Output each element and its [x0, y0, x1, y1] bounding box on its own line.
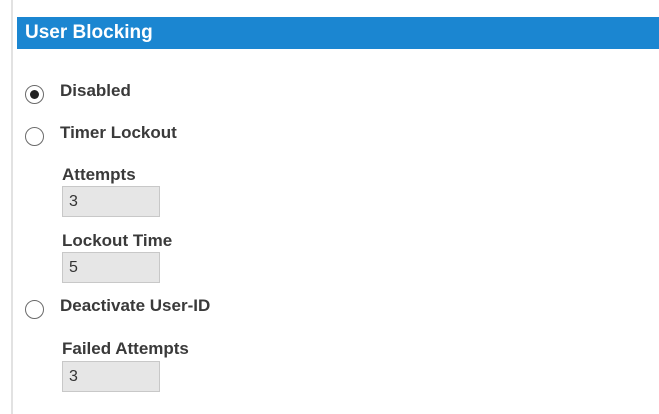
timer-lockout-radio[interactable] [25, 126, 44, 146]
panel-border [11, 0, 13, 414]
option-disabled[interactable]: Disabled [25, 78, 131, 104]
disabled-radio[interactable] [25, 84, 44, 104]
deactivate-user-id-label: Deactivate User-ID [60, 296, 211, 315]
lockout-time-label: Lockout Time [62, 231, 173, 250]
option-deactivate-user-id[interactable]: Deactivate User-ID [25, 293, 210, 319]
attempts-label: Attempts [62, 165, 136, 184]
lockout-time-field[interactable]: 5 [62, 252, 160, 283]
deactivate-user-id-radio[interactable] [25, 299, 44, 319]
user-blocking-panel: User Blocking Disabled Timer Lockout Att… [0, 0, 659, 414]
section-title: User Blocking [25, 22, 153, 43]
failed-attempts-field[interactable]: 3 [62, 361, 160, 392]
section-header: User Blocking [17, 17, 659, 49]
option-timer-lockout[interactable]: Timer Lockout [25, 120, 177, 146]
timer-lockout-label: Timer Lockout [60, 123, 177, 142]
disabled-label: Disabled [60, 81, 131, 100]
failed-attempts-label: Failed Attempts [62, 339, 189, 358]
attempts-field[interactable]: 3 [62, 186, 160, 217]
